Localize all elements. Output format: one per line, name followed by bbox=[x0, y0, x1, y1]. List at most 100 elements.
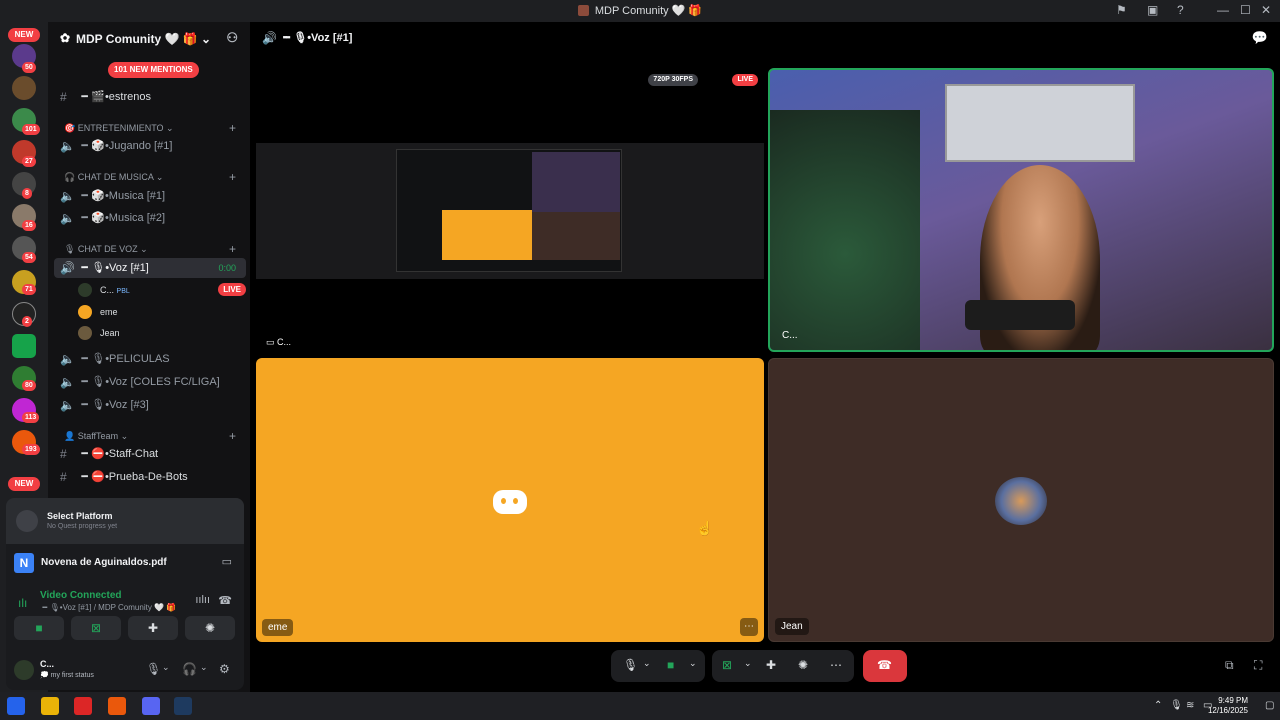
voice-user[interactable]: Jean bbox=[78, 323, 238, 343]
popout-icon[interactable]: ⧉ bbox=[1225, 658, 1234, 673]
category-voz[interactable]: 🎙 CHAT DE VOZ ⌄ + bbox=[64, 241, 244, 257]
channel-musica-1[interactable]: 🔈 ╺╸🎲•Musica [#1] bbox=[54, 186, 246, 206]
document-icon: N bbox=[14, 553, 34, 573]
channel-voz-coles[interactable]: 🔈 ╺╸🎙•Voz [COLES FC/LIGA] bbox=[54, 372, 246, 392]
add-channel-icon[interactable]: + bbox=[229, 428, 236, 444]
mention-badge: 8 bbox=[22, 188, 32, 199]
server-logo-icon bbox=[577, 5, 589, 16]
browser-icon[interactable] bbox=[108, 697, 126, 715]
stream-quality-badge: 720P 30FPS bbox=[648, 74, 698, 86]
category-entretenimiento[interactable]: 🎯 ENTRETENIMIENTO ⌄ + bbox=[64, 120, 244, 136]
chevron-down-icon[interactable]: ⌄ bbox=[689, 658, 697, 669]
participant-tile-eme[interactable]: ☝ eme ⋯ bbox=[256, 358, 764, 642]
screen-share-button[interactable]: ⊠ bbox=[71, 616, 121, 640]
server-header[interactable]: ✿ MDP Comunity 🤍 🎁 ⌄ ⚇ bbox=[48, 22, 250, 54]
disconnect-icon[interactable]: ☎ bbox=[218, 594, 232, 607]
live-badge: LIVE bbox=[218, 283, 246, 296]
action-controls: ⊠ ⌄ ✚ ✺ ⋯ bbox=[712, 650, 854, 682]
more-icon[interactable]: ⋯ bbox=[830, 658, 842, 672]
channel-musica-2[interactable]: 🔈 ╺╸🎲•Musica [#2] bbox=[54, 208, 246, 228]
fullscreen-icon[interactable]: ⛶ bbox=[1254, 658, 1262, 673]
maximize-button[interactable]: ☐ bbox=[1240, 3, 1251, 17]
screen-share-icon[interactable]: ⊠ bbox=[722, 658, 732, 672]
mention-badge: 16 bbox=[22, 220, 36, 231]
app-icon[interactable] bbox=[74, 697, 92, 715]
avatar bbox=[995, 477, 1047, 525]
quest-card[interactable]: Select Platform No Quest progress yet bbox=[6, 498, 244, 544]
voice-user[interactable]: eme bbox=[78, 302, 238, 322]
stream-preview bbox=[256, 143, 764, 279]
activities-button[interactable]: ✚ bbox=[128, 616, 178, 640]
stream-thumb bbox=[532, 212, 620, 260]
microphone-icon[interactable]: 🎙 bbox=[1170, 700, 1183, 711]
channel-peliculas[interactable]: 🔈 ╺╸🎙•PELICULAS bbox=[54, 349, 246, 369]
steam-icon[interactable] bbox=[174, 697, 192, 715]
add-channel-icon[interactable]: + bbox=[229, 241, 236, 257]
channel-jugando[interactable]: 🔈 ╺╸🎲•Jugando [#1] bbox=[54, 136, 246, 156]
add-channel-icon[interactable]: + bbox=[229, 120, 236, 136]
server-icon[interactable] bbox=[12, 334, 36, 358]
channel-estrenos[interactable]: # ╺╸🎬•estrenos bbox=[54, 87, 246, 107]
chat-icon[interactable]: 💬 bbox=[1252, 30, 1268, 46]
chevron-down-icon[interactable]: ⌄ bbox=[643, 658, 651, 669]
camera-icon[interactable]: ■ bbox=[667, 658, 674, 672]
soundboard-icon[interactable]: ✺ bbox=[798, 658, 808, 672]
user-bar: C... 💭 my first status 🎙 ⌄ 🎧 ⌄ ⚙ bbox=[6, 652, 244, 688]
camera-button[interactable]: ■ bbox=[14, 616, 64, 640]
live-badge: LIVE bbox=[732, 74, 758, 86]
chevron-down-icon[interactable]: ⌄ bbox=[744, 658, 752, 669]
close-button[interactable]: ✕ bbox=[1261, 3, 1271, 17]
screen-icon: ▭ bbox=[266, 337, 278, 347]
new-mentions-badge[interactable]: 101 NEW MENTIONS bbox=[108, 62, 199, 78]
wifi-icon[interactable]: ≋ bbox=[1186, 700, 1194, 711]
add-channel-icon[interactable]: + bbox=[229, 169, 236, 185]
channel-voz-1[interactable]: 🔊 ╺╸🎙•Voz [#1] 0:00 bbox=[54, 258, 246, 278]
avatar[interactable] bbox=[14, 660, 34, 680]
microphone-icon[interactable]: 🎙 bbox=[146, 662, 161, 676]
title-bar: MDP Comunity 🤍 🎁 ⚑ ▣ ? — ☐ ✕ bbox=[0, 0, 1280, 22]
mention-badge: 2 bbox=[22, 316, 32, 327]
disconnect-button[interactable]: ☎ bbox=[863, 650, 907, 682]
help-icon[interactable]: ? bbox=[1177, 3, 1184, 17]
settings-icon[interactable]: ⚙ bbox=[219, 662, 230, 676]
new-badge: NEW bbox=[8, 477, 40, 491]
speaker-icon: 🔈 bbox=[60, 139, 75, 153]
discord-icon[interactable] bbox=[142, 697, 160, 715]
minimize-button[interactable]: — bbox=[1217, 3, 1229, 17]
file-explorer-icon[interactable] bbox=[41, 697, 59, 715]
participant-tile-jean[interactable]: Jean bbox=[768, 358, 1274, 642]
channel-prueba-bots[interactable]: # ╺╸⛔•Prueba-De-Bots bbox=[54, 467, 246, 487]
noise-suppression-icon[interactable]: ıılıı bbox=[195, 594, 210, 606]
speaker-icon: 🔈 bbox=[60, 352, 75, 366]
activity-item[interactable]: N Novena de Aguinaldos.pdf ▭ bbox=[6, 548, 244, 578]
category-musica[interactable]: 🎧 CHAT DE MUSICA ⌄ + bbox=[64, 169, 244, 185]
hangup-icon: ☎ bbox=[877, 658, 892, 672]
channel-voz-3[interactable]: 🔈 ╺╸🎙•Voz [#3] bbox=[54, 395, 246, 415]
windows-start-icon[interactable] bbox=[7, 697, 25, 715]
activity-button[interactable]: ▭ bbox=[222, 555, 232, 568]
microphone-icon[interactable]: 🎙 bbox=[623, 658, 638, 672]
invite-icon[interactable]: ⚇ bbox=[226, 30, 238, 46]
screen-icon[interactable]: ▣ bbox=[1147, 3, 1158, 17]
chevron-down-icon[interactable]: ⌄ bbox=[200, 662, 208, 673]
new-badge: NEW bbox=[8, 28, 40, 42]
stream-owner-label: ▭ C... bbox=[266, 337, 292, 347]
speaker-icon: 🔈 bbox=[60, 375, 75, 389]
discord-logo-icon bbox=[493, 490, 527, 514]
activities-icon[interactable]: ✚ bbox=[766, 658, 776, 672]
inbox-icon[interactable]: ⚑ bbox=[1116, 3, 1127, 17]
system-clock[interactable]: 9:49 PM 12/16/2025 bbox=[1208, 696, 1248, 716]
stream-tile[interactable]: 720P 30FPS LIVE ▭ C... bbox=[256, 68, 764, 350]
signal-icon[interactable]: ılı bbox=[18, 596, 27, 610]
camera-tile[interactable]: C... bbox=[768, 68, 1274, 352]
chevron-down-icon[interactable]: ⌄ bbox=[162, 662, 170, 673]
more-options-icon[interactable]: ⋯ bbox=[740, 618, 758, 636]
category-staff[interactable]: 👤 StaffTeam ⌄ + bbox=[64, 428, 244, 444]
chevron-up-icon[interactable]: ⌃ bbox=[1154, 700, 1162, 711]
voice-user[interactable]: C... PBL▮LIVE bbox=[78, 280, 246, 300]
notification-icon[interactable]: ▢ bbox=[1265, 700, 1274, 711]
server-icon[interactable] bbox=[12, 76, 36, 100]
headphones-icon[interactable]: 🎧 bbox=[182, 662, 197, 676]
soundboard-button[interactable]: ✺ bbox=[185, 616, 235, 640]
channel-staff-chat[interactable]: # ╺╸⛔•Staff-Chat bbox=[54, 444, 246, 464]
